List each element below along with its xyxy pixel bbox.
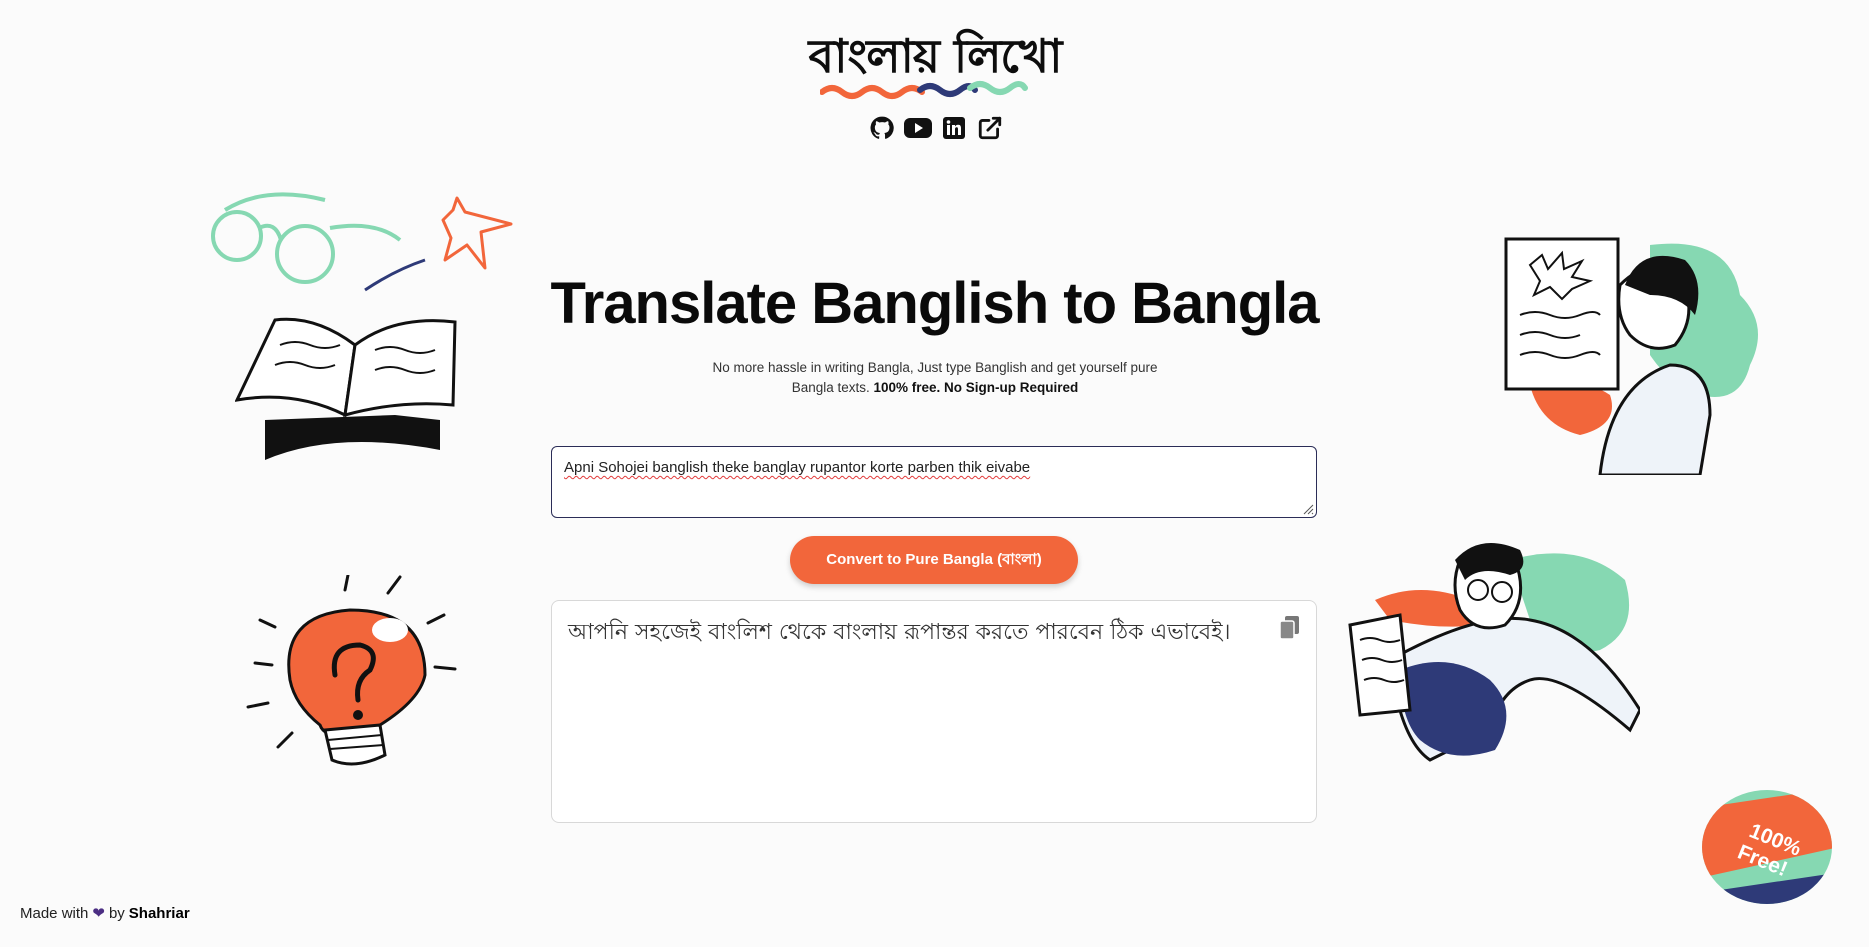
youtube-icon[interactable]: [904, 114, 932, 142]
thinking-person-illustration: [1348, 542, 1640, 762]
page-subtitle: No more hassle in writing Bangla, Just t…: [690, 358, 1180, 398]
github-icon[interactable]: [868, 114, 896, 142]
bangla-output[interactable]: আপনি সহজেই বাংলিশ থেকে বাংলায় রূপান্তর …: [551, 600, 1317, 823]
banglish-input-value: Apni Sohojei banglish theke banglay rupa…: [564, 459, 1031, 476]
bangla-output-value: আপনি সহজেই বাংলিশ থেকে বাংলায় রূপান্তর …: [568, 620, 1231, 645]
footer-author-link[interactable]: Shahriar: [129, 905, 190, 922]
social-links: [868, 114, 1004, 142]
external-link-icon[interactable]: [976, 114, 1004, 142]
footer-made-with: Made with: [20, 904, 89, 922]
heart-icon: ❤: [92, 905, 105, 922]
logo[interactable]: বাংলায় লিখো: [790, 26, 1080, 104]
free-badge: 100% Free!: [1702, 790, 1832, 904]
copy-icon[interactable]: [1278, 615, 1300, 641]
subtitle-highlight: 100% free. No Sign-up Required: [873, 380, 1079, 395]
page-title: Translate Banglish to Bangla: [550, 271, 1319, 336]
banglish-input[interactable]: Apni Sohojei banglish theke banglay rupa…: [551, 446, 1317, 518]
logo-text: বাংলায় লিখো: [808, 29, 1063, 83]
logo-underline-squiggle: [820, 81, 1028, 99]
footer-by: by: [108, 904, 125, 922]
linkedin-icon[interactable]: [940, 114, 968, 142]
footer: Made with ❤ by Shahriar: [20, 904, 190, 923]
convert-button[interactable]: Convert to Pure Bangla (বাংলা): [790, 536, 1078, 584]
resize-handle-icon[interactable]: [1302, 503, 1314, 515]
question-lightbulb-illustration: [246, 575, 457, 766]
